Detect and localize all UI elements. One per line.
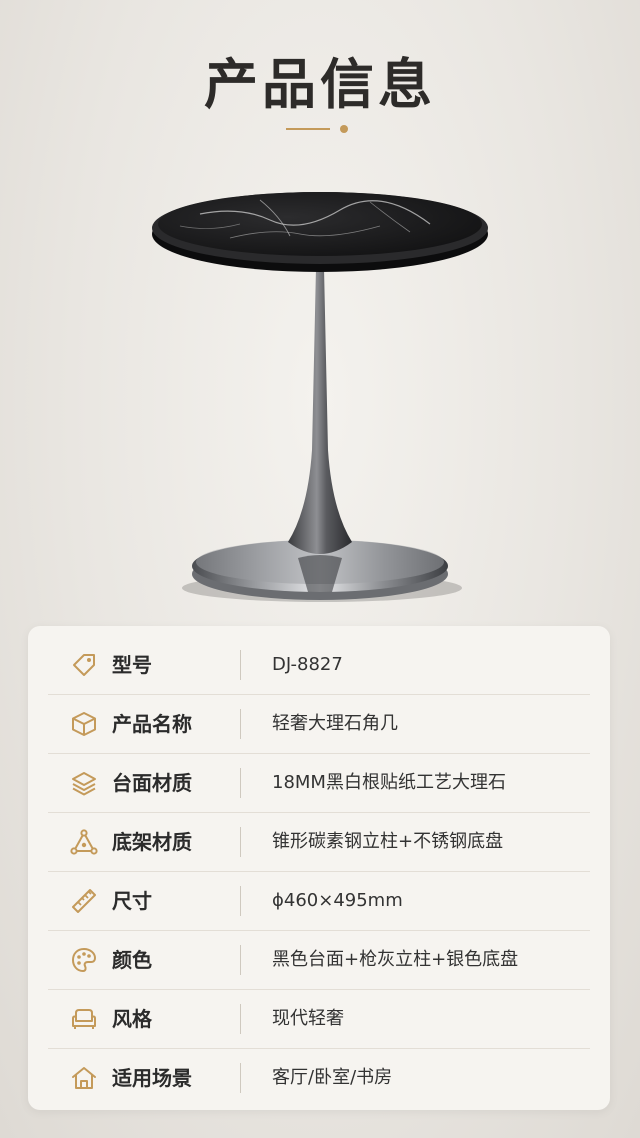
spec-value: 18MM黑白根贴纸工艺大理石 bbox=[272, 772, 506, 793]
divider bbox=[240, 1004, 241, 1034]
home-icon bbox=[72, 1067, 96, 1089]
spec-label: 型号 bbox=[112, 653, 152, 677]
layers-icon bbox=[72, 772, 96, 796]
spec-value: 现代轻奢 bbox=[272, 1008, 344, 1029]
sofa-icon bbox=[72, 1009, 96, 1029]
spec-row-base-material: 底架材质 锥形碳素钢立柱+不锈钢底盘 bbox=[48, 813, 590, 872]
divider bbox=[240, 886, 241, 916]
page-title: 产品信息 bbox=[204, 53, 436, 116]
structure-icon bbox=[70, 829, 98, 855]
tag-icon bbox=[73, 654, 95, 676]
spec-value: 客厅/卧室/书房 bbox=[272, 1067, 393, 1088]
divider bbox=[240, 650, 241, 680]
spec-row-scene: 适用场景 客厅/卧室/书房 bbox=[48, 1049, 590, 1107]
spec-row-product-name: 产品名称 轻奢大理石角几 bbox=[48, 695, 590, 754]
spec-value: ϕ460×495mm bbox=[272, 890, 403, 911]
ruler-icon bbox=[72, 889, 96, 913]
divider bbox=[240, 709, 241, 739]
spec-row-model: 型号 DJ-8827 bbox=[48, 636, 590, 695]
spec-label: 产品名称 bbox=[112, 712, 192, 736]
spec-value: 黑色台面+枪灰立柱+银色底盘 bbox=[272, 949, 519, 970]
spec-label: 底架材质 bbox=[112, 830, 192, 854]
spec-label: 风格 bbox=[112, 1007, 152, 1031]
spec-label: 台面材质 bbox=[112, 771, 192, 795]
product-image bbox=[152, 192, 488, 602]
spec-row-color: 颜色 黑色台面+枪灰立柱+银色底盘 bbox=[48, 931, 590, 990]
spec-row-top-material: 台面材质 18MM黑白根贴纸工艺大理石 bbox=[48, 754, 590, 813]
palette-icon bbox=[72, 948, 96, 972]
title-divider bbox=[286, 124, 356, 134]
spec-row-size: 尺寸 ϕ460×495mm bbox=[48, 872, 590, 931]
divider bbox=[240, 1063, 241, 1093]
divider bbox=[240, 827, 241, 857]
spec-row-style: 风格 现代轻奢 bbox=[48, 990, 590, 1049]
spec-label: 适用场景 bbox=[112, 1066, 192, 1090]
spec-label: 尺寸 bbox=[112, 889, 152, 913]
spec-value: 锥形碳素钢立柱+不锈钢底盘 bbox=[272, 831, 504, 852]
spec-label: 颜色 bbox=[112, 948, 152, 972]
spec-value: DJ-8827 bbox=[272, 654, 343, 675]
spec-card: 型号 DJ-8827 产品名称 轻奢大理石角几 台面材质 18MM黑白根贴纸工艺… bbox=[28, 626, 610, 1110]
divider bbox=[240, 768, 241, 798]
spec-value: 轻奢大理石角几 bbox=[272, 713, 398, 734]
box-icon bbox=[72, 712, 96, 736]
divider bbox=[240, 945, 241, 975]
